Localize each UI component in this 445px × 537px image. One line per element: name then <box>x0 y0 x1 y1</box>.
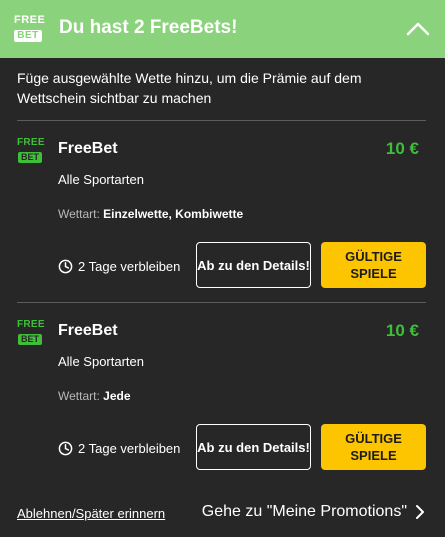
intro-text: Füge ausgewählte Wette hinzu, um die Prä… <box>17 70 362 106</box>
offer-amount: 10 € <box>385 139 419 158</box>
chevron-up-icon[interactable] <box>405 18 431 40</box>
header-title: Du hast 2 FreeBets! <box>59 17 238 38</box>
offer-title: FreeBet <box>58 322 118 339</box>
valid-games-button[interactable]: GÜLTIGE SPIELE <box>321 424 426 470</box>
details-button[interactable]: Ab zu den Details! <box>196 424 311 470</box>
offer-amount: 10 € <box>385 321 419 340</box>
details-button[interactable]: Ab zu den Details! <box>196 242 311 288</box>
freebet-logo: FREE BET <box>17 319 45 346</box>
logo-top-text: FREE <box>14 14 46 26</box>
offer-bettype: Wettart: Jede <box>58 389 131 403</box>
freebets-panel: FREE BET Du hast 2 FreeBets! Füge ausgew… <box>0 0 445 537</box>
bettype-label: Wettart: <box>58 389 100 403</box>
time-remaining: 2 Tage verbleiben <box>58 441 180 456</box>
logo-top-text: FREE <box>17 319 45 330</box>
valid-games-button[interactable]: GÜLTIGE SPIELE <box>321 242 426 288</box>
logo-bottom-text: BET <box>14 30 42 42</box>
time-remaining: 2 Tage verbleiben <box>58 259 180 274</box>
time-remaining-text: 2 Tage verbleiben <box>78 441 181 456</box>
offer-sport: Alle Sportarten <box>58 354 144 369</box>
logo-top-text: FREE <box>17 137 45 148</box>
logo-bottom-text: BET <box>18 334 42 345</box>
my-promotions-label: Gehe zu "Meine Promotions" <box>201 503 407 520</box>
offer-sport: Alle Sportarten <box>58 172 144 187</box>
my-promotions-link[interactable]: Gehe zu "Meine Promotions" <box>202 503 425 521</box>
clock-icon <box>58 441 73 456</box>
freebet-logo: FREE BET <box>17 137 45 164</box>
offer-title: FreeBet <box>58 140 118 157</box>
logo-bottom-text: BET <box>18 152 42 163</box>
clock-icon <box>58 259 73 274</box>
time-remaining-text: 2 Tage verbleiben <box>78 259 181 274</box>
bettype-value: Einzelwette, Kombiwette <box>103 207 244 221</box>
bettype-label: Wettart: <box>58 207 100 221</box>
offer-card: FREE BET FreeBet 10 € Alle Sportarten We… <box>0 302 445 482</box>
bettype-value: Jede <box>103 389 131 403</box>
decline-remind-later-link[interactable]: Ablehnen/Später erinnern <box>17 506 165 521</box>
offer-bettype: Wettart: Einzelwette, Kombiwette <box>58 207 243 221</box>
freebet-logo: FREE BET <box>14 14 46 42</box>
offer-card: FREE BET FreeBet 10 € Alle Sportarten We… <box>0 120 445 300</box>
chevron-right-icon <box>416 505 424 519</box>
freebets-header[interactable]: FREE BET Du hast 2 FreeBets! <box>0 0 445 58</box>
